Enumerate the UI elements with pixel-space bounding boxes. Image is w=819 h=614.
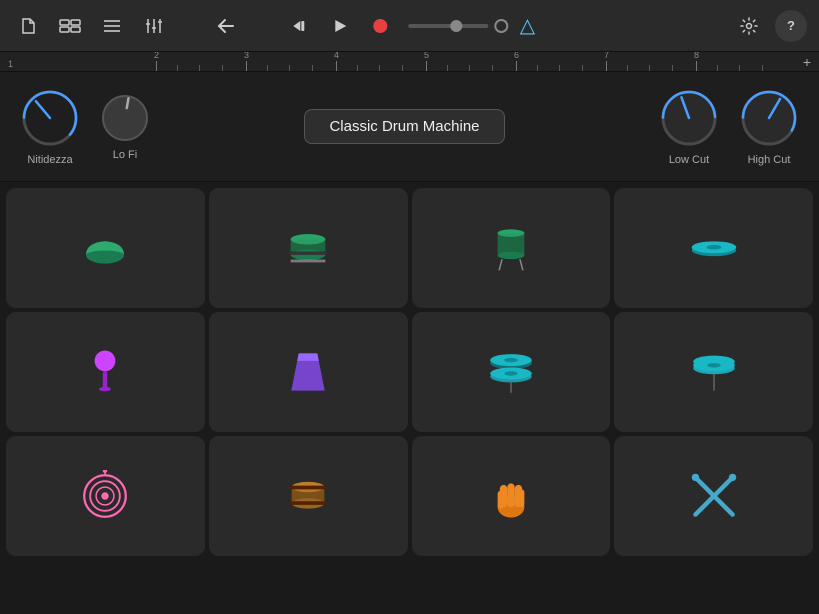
mixer-icon[interactable] [138, 10, 170, 42]
skip-back-button[interactable] [284, 10, 316, 42]
pads-row-2 [6, 312, 813, 432]
nitidezza-knob[interactable] [20, 88, 80, 148]
pad-crossed-sticks[interactable] [614, 436, 813, 556]
pad-bongo[interactable] [209, 436, 408, 556]
settings-icon[interactable] [733, 10, 765, 42]
pad-hihat-open[interactable] [412, 312, 611, 432]
play-button[interactable] [324, 10, 356, 42]
toolbar: △ ? [0, 0, 819, 52]
pads-container [0, 182, 819, 562]
add-track-button[interactable]: + [803, 54, 811, 70]
pad-tom[interactable] [412, 188, 611, 308]
volume-control [408, 19, 508, 33]
record-button[interactable] [364, 10, 396, 42]
highcut-knob[interactable] [739, 88, 799, 148]
preset-selector[interactable]: Classic Drum Machine [304, 109, 504, 144]
pad-hihat-closed[interactable] [614, 312, 813, 432]
pad-target[interactable] [6, 436, 205, 556]
lowcut-knob[interactable] [659, 88, 719, 148]
preset-area: Classic Drum Machine [170, 109, 639, 144]
level-indicator [494, 19, 508, 33]
pad-cymbal-flat[interactable] [614, 188, 813, 308]
pad-kick[interactable] [6, 188, 205, 308]
lowcut-label: Low Cut [669, 154, 709, 166]
list-icon[interactable] [96, 10, 128, 42]
nitidezza-label: Nitidezza [27, 154, 72, 166]
highcut-knob-group: High Cut [739, 88, 799, 166]
pad-woodblock[interactable] [209, 312, 408, 432]
pads-row-3 [6, 436, 813, 556]
nitidezza-knob-group: Nitidezza [20, 88, 80, 166]
ruler: 1 2345678 + [0, 52, 819, 72]
controls-strip: Nitidezza Lo Fi Classic Drum Machine Low… [0, 72, 819, 182]
highcut-label: High Cut [748, 154, 791, 166]
help-icon[interactable]: ? [775, 10, 807, 42]
pad-handclap[interactable] [412, 436, 611, 556]
new-file-icon[interactable] [12, 10, 44, 42]
volume-slider[interactable] [408, 24, 488, 28]
triangle-icon: △ [520, 13, 535, 38]
lofi-knob-group: Lo Fi [100, 93, 150, 161]
transport-controls: △ [284, 10, 535, 42]
layout-toggle-icon[interactable] [54, 10, 86, 42]
lowcut-knob-group: Low Cut [659, 88, 719, 166]
pad-snare[interactable] [209, 188, 408, 308]
back-arrow-icon[interactable] [210, 10, 242, 42]
lofi-label: Lo Fi [113, 149, 137, 161]
pad-maraca[interactable] [6, 312, 205, 432]
pads-row-1 [6, 188, 813, 308]
lofi-knob[interactable] [100, 93, 150, 143]
